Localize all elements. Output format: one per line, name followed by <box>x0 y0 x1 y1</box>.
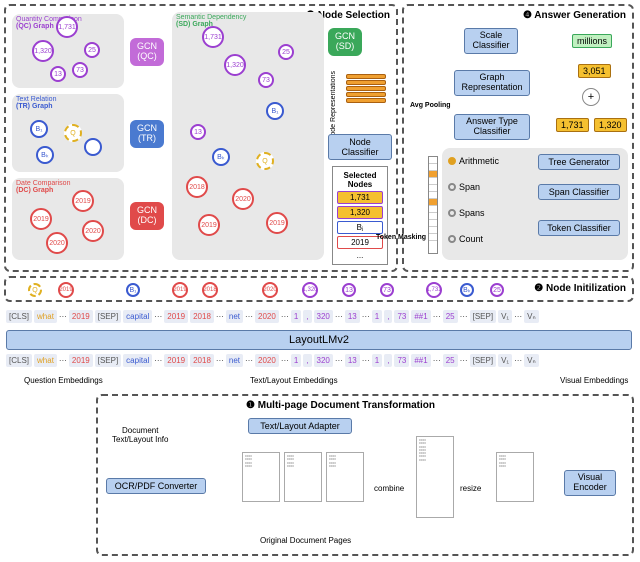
init-2018: 2018 <box>202 282 218 298</box>
token-classifier: Token Classifier <box>538 220 620 236</box>
combine-label: combine <box>374 484 404 493</box>
section-1-title: ❶ Multi-page Document Transformation <box>246 400 435 411</box>
graph-representation: Graph Representation <box>454 70 530 96</box>
sd-2020: 2020 <box>232 188 254 210</box>
init-25: 25 <box>490 283 504 297</box>
node-bk: Bₖ <box>36 146 54 164</box>
sd-bk: Bₖ <box>212 148 230 166</box>
result-millions: millions <box>572 34 612 48</box>
init-2019: 2019 <box>58 282 74 298</box>
text-emb-label: Text/Layout Embeddings <box>250 376 338 385</box>
orig-pages-label: Original Document Pages <box>260 536 351 545</box>
node-2020a: 2020 <box>46 232 68 254</box>
answer-type-classifier: Answer Type Classifier <box>454 114 530 140</box>
mask-column <box>428 156 438 254</box>
section-4-title: ❹ Answer Generation <box>523 10 626 21</box>
sd-2019a: 2019 <box>198 214 220 236</box>
span-classifier: Span Classifier <box>538 184 620 200</box>
token-row-bottom: [CLS] what ⋯ 2019 [SEP] capital ⋯ 2019 2… <box>6 354 539 367</box>
init-bk: Bₖ <box>460 283 474 297</box>
dc-graph-label: Date Comparison(DC) Graph <box>16 180 70 194</box>
doc-page-2: ≡≡≡≡≡≡≡≡≡≡≡≡≡≡≡≡ <box>284 452 322 502</box>
tr-graph-label: Text Relation(TR) Graph <box>16 96 56 110</box>
visual-encoder: Visual Encoder <box>564 470 616 496</box>
init-2020: 2020 <box>262 282 278 298</box>
doc-page-3: ≡≡≡≡≡≡≡≡≡≡≡≡≡≡≡≡ <box>326 452 364 502</box>
node-1320: 1,320 <box>32 40 54 62</box>
node-2020b: 2020 <box>82 220 104 242</box>
layoutlm-block: LayoutLMv2 <box>6 330 632 350</box>
sd-1320: 1,320 <box>224 54 246 76</box>
result-v1: 1,731 <box>556 118 589 132</box>
sd-13: 13 <box>190 124 206 140</box>
node-1731: 1,731 <box>56 16 78 38</box>
doc-combined: ≡≡≡≡≡≡≡≡≡≡≡≡≡≡≡≡≡≡≡≡≡≡≡≡≡≡≡≡ <box>416 436 454 518</box>
sd-25: 25 <box>278 44 294 60</box>
sd-q: Q <box>256 152 274 170</box>
tree-generator: Tree Generator <box>538 154 620 170</box>
init-1731: 1,731 <box>426 282 442 298</box>
node-q: Q <box>64 124 82 142</box>
sd-73: 73 <box>258 72 274 88</box>
ans-span: Span <box>448 182 480 192</box>
init-13: 13 <box>342 283 356 297</box>
sd-2018: 2018 <box>186 176 208 198</box>
node-repr-label: Node Representations <box>330 71 337 141</box>
sd-2019b: 2019 <box>266 212 288 234</box>
text-layout-adapter: Text/Layout Adapter <box>248 418 352 434</box>
result-sum: 3,051 <box>578 64 611 78</box>
selected-nodes: Selected Nodes 1,731 1,320 Bⱼ 2019 ... <box>332 166 388 265</box>
sd-b1: B₁ <box>266 102 284 120</box>
result-v2: 1,320 <box>594 118 627 132</box>
doc-resized: ≡≡≡≡≡≡≡≡≡≡≡≡≡≡≡≡ <box>496 452 534 502</box>
gcn-dc: GCN (DC) <box>130 202 164 230</box>
gcn-tr: GCN (TR) <box>130 120 164 148</box>
resize-label: resize <box>460 484 481 493</box>
node-73: 73 <box>72 62 88 78</box>
doc-page-1: ≡≡≡≡≡≡≡≡≡≡≡≡≡≡≡≡ <box>242 452 280 502</box>
node-b1: B₁ <box>30 120 48 138</box>
init-73: 73 <box>380 283 394 297</box>
init-b1: B₁ <box>126 283 140 297</box>
question-emb-label: Question Embeddings <box>24 376 103 385</box>
node-classifier: Node Classifier <box>328 134 392 160</box>
init-2019b: 2019 <box>172 282 188 298</box>
node-bj <box>84 138 102 156</box>
avg-pooling-label: Avg Pooling <box>410 102 451 109</box>
plus-op: + <box>582 88 600 106</box>
node-representations <box>346 74 386 103</box>
scale-classifier: Scale Classifier <box>464 28 518 54</box>
token-masking-label: Token Masking <box>376 234 426 241</box>
section-2-title: ❷ Node Initilization <box>534 283 626 294</box>
node-13: 13 <box>50 66 66 82</box>
gcn-qc: GCN (QC) <box>130 38 164 66</box>
init-1320: 1,320 <box>302 282 318 298</box>
gcn-sd: GCN (SD) <box>328 28 362 56</box>
ans-arithmetic: Arithmetic <box>448 156 499 166</box>
init-q: Q <box>28 283 42 297</box>
doc-info-label: Document Text/Layout Info <box>112 426 168 444</box>
ocr-converter: OCR/PDF Converter <box>106 478 206 494</box>
sd-1731: 1,731 <box>202 26 224 48</box>
ans-count: Count <box>448 234 483 244</box>
node-2019a: 2019 <box>72 190 94 212</box>
ans-spans: Spans <box>448 208 485 218</box>
node-25: 25 <box>84 42 100 58</box>
token-row-top: [CLS] what ⋯ 2019 [SEP] capital ⋯ 2019 2… <box>6 310 539 323</box>
node-2019b: 2019 <box>30 208 52 230</box>
visual-emb-label: Visual Embeddings <box>560 376 628 385</box>
